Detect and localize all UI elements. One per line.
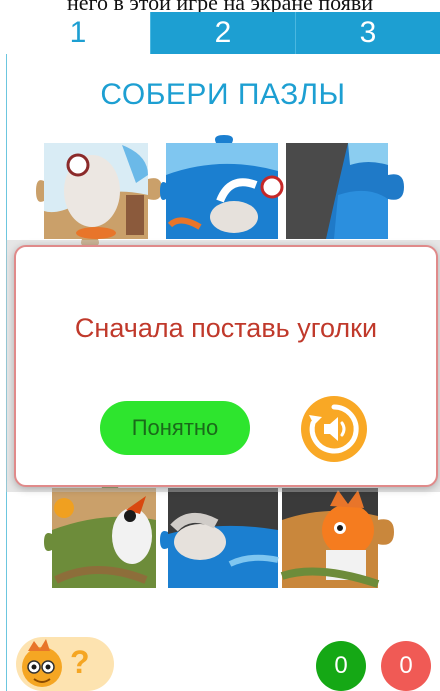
understood-button[interactable]: Понятно — [100, 401, 250, 455]
wrong-score-counter: 0 — [381, 641, 431, 691]
puzzle-piece-1[interactable] — [36, 135, 162, 247]
speaker-replay-icon[interactable] — [300, 395, 368, 463]
tab-level-3[interactable]: 3 — [295, 12, 440, 54]
puzzle-piece-5[interactable] — [160, 480, 286, 594]
page-header-text: него в этой игре на экране появи — [0, 0, 440, 12]
help-question-mark: ? — [70, 644, 90, 680]
level-tabs: 1 2 3 — [6, 12, 440, 54]
puzzle-piece-4[interactable] — [36, 480, 162, 594]
game-title: СОБЕРИ ПАЗЛЫ — [100, 78, 346, 111]
hint-dialog: Сначала поставь уголки Понятно — [14, 245, 438, 487]
puzzle-piece-6[interactable] — [278, 480, 404, 594]
help-button[interactable]: ? — [16, 637, 114, 691]
puzzle-piece-2[interactable] — [160, 135, 286, 247]
tab-level-2[interactable]: 2 — [150, 12, 295, 54]
dialog-message: Сначала поставь уголки — [74, 313, 378, 343]
dragon-mascot-icon — [22, 639, 62, 687]
puzzle-piece-3[interactable] — [278, 135, 408, 247]
tab-level-1[interactable]: 1 — [6, 12, 150, 54]
correct-score-counter: 0 — [316, 641, 366, 691]
